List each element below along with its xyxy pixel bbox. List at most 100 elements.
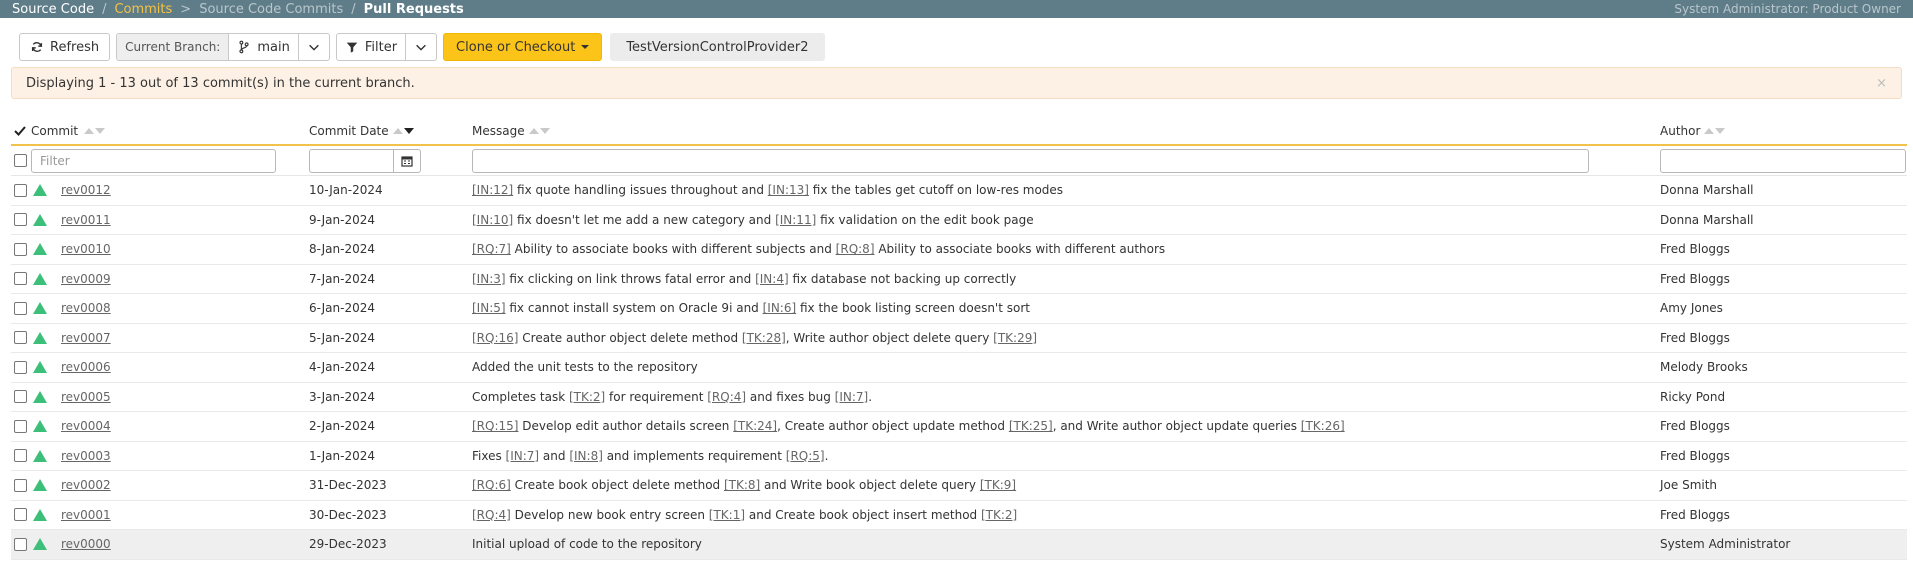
row-checkbox[interactable] bbox=[14, 508, 27, 522]
artifact-link[interactable]: [RQ:4] bbox=[707, 390, 746, 404]
commit-date: 2-Jan-2024 bbox=[309, 419, 375, 434]
select-all-check[interactable] bbox=[11, 125, 31, 137]
artifact-link[interactable]: [TK:9] bbox=[980, 478, 1016, 492]
commit-link[interactable]: rev0001 bbox=[61, 508, 111, 522]
commit-message: Completes task [TK:2] for requirement [R… bbox=[472, 390, 1660, 404]
user-role[interactable]: System Administrator: Product Owner bbox=[1674, 2, 1901, 16]
artifact-link[interactable]: [TK:1] bbox=[709, 508, 745, 522]
column-header-author[interactable]: Author bbox=[1660, 124, 1907, 138]
row-checkbox[interactable] bbox=[14, 537, 27, 551]
breadcrumb-source-code-commits[interactable]: Source Code Commits bbox=[199, 2, 343, 17]
column-header-message[interactable]: Message bbox=[472, 124, 1660, 138]
artifact-link[interactable]: [IN:8] bbox=[569, 449, 603, 463]
artifact-link[interactable]: [IN:4] bbox=[755, 272, 789, 286]
filter-button-group[interactable]: Filter bbox=[335, 33, 438, 61]
artifact-link[interactable]: [TK:29] bbox=[993, 331, 1037, 345]
artifact-link[interactable]: [RQ:7] bbox=[472, 242, 511, 256]
select-all-checkbox[interactable] bbox=[14, 154, 27, 167]
breadcrumb-source-code[interactable]: Source Code bbox=[12, 2, 94, 17]
row-checkbox[interactable] bbox=[14, 390, 27, 404]
artifact-link[interactable]: [RQ:4] bbox=[472, 508, 511, 522]
row-checkbox[interactable] bbox=[14, 331, 27, 345]
artifact-link[interactable]: [IN:7] bbox=[506, 449, 540, 463]
refresh-button[interactable]: Refresh bbox=[19, 33, 111, 61]
artifact-link[interactable]: [IN:11] bbox=[775, 213, 816, 227]
toolbar: Refresh Current Branch: main Filter Clon… bbox=[0, 18, 1913, 65]
sort-icon[interactable] bbox=[392, 128, 414, 134]
table-header: Commit Commit Date Message Author bbox=[11, 118, 1907, 146]
artifact-link[interactable]: [TK:24] bbox=[733, 419, 777, 433]
commit-link[interactable]: rev0008 bbox=[61, 301, 111, 315]
commit-status-icon bbox=[33, 243, 47, 256]
commit-author: Melody Brooks bbox=[1660, 360, 1748, 375]
artifact-link[interactable]: [IN:5] bbox=[472, 301, 506, 315]
artifact-link[interactable]: [IN:13] bbox=[768, 183, 809, 197]
commit-link[interactable]: rev0004 bbox=[61, 419, 111, 433]
commit-link[interactable]: rev0007 bbox=[61, 331, 111, 345]
commit-link[interactable]: rev0000 bbox=[61, 537, 111, 551]
row-checkbox[interactable] bbox=[14, 360, 27, 374]
sort-icon[interactable] bbox=[528, 128, 550, 134]
commit-link[interactable]: rev0011 bbox=[61, 213, 111, 227]
row-checkbox[interactable] bbox=[14, 272, 27, 286]
sort-icon[interactable] bbox=[84, 128, 106, 134]
artifact-link[interactable]: [TK:2] bbox=[569, 390, 605, 404]
filter-button[interactable]: Filter bbox=[337, 34, 407, 60]
row-checkbox[interactable] bbox=[14, 419, 27, 433]
clone-checkout-button[interactable]: Clone or Checkout bbox=[443, 33, 603, 61]
filter-dropdown-toggle[interactable] bbox=[406, 34, 436, 60]
artifact-link[interactable]: [TK:25] bbox=[1009, 419, 1053, 433]
row-checkbox[interactable] bbox=[14, 183, 27, 197]
artifact-link[interactable]: [RQ:5] bbox=[786, 449, 825, 463]
sort-icon[interactable] bbox=[1704, 128, 1726, 134]
date-filter-input[interactable] bbox=[309, 148, 394, 173]
commit-message: Initial upload of code to the repository bbox=[472, 537, 1660, 551]
artifact-link[interactable]: [IN:7] bbox=[835, 390, 869, 404]
artifact-link[interactable]: [RQ:8] bbox=[836, 242, 875, 256]
commit-link[interactable]: rev0009 bbox=[61, 272, 111, 286]
column-header-date[interactable]: Commit Date bbox=[309, 124, 472, 138]
message-text: Fixes bbox=[472, 448, 506, 463]
commit-message: [RQ:7] Ability to associate books with d… bbox=[472, 242, 1660, 256]
artifact-link[interactable]: [IN:3] bbox=[472, 272, 506, 286]
row-checkbox[interactable] bbox=[14, 213, 27, 227]
artifact-link[interactable]: [TK:8] bbox=[724, 478, 760, 492]
commit-link[interactable]: rev0003 bbox=[61, 449, 111, 463]
row-checkbox[interactable] bbox=[14, 242, 27, 256]
commit-date: 30-Dec-2023 bbox=[309, 507, 387, 522]
commit-status-icon bbox=[33, 420, 47, 433]
branch-value[interactable]: main bbox=[229, 34, 299, 60]
artifact-link[interactable]: [TK:26] bbox=[1301, 419, 1345, 433]
row-checkbox[interactable] bbox=[14, 301, 27, 315]
row-checkbox[interactable] bbox=[14, 478, 27, 492]
commit-filter-input[interactable]: Filter bbox=[31, 148, 276, 173]
author-filter-input[interactable] bbox=[1660, 148, 1906, 173]
branch-dropdown-toggle[interactable] bbox=[299, 34, 329, 60]
commit-message: [IN:3] fix clicking on link throws fatal… bbox=[472, 272, 1660, 286]
breadcrumb-pull-requests[interactable]: Pull Requests bbox=[364, 2, 464, 17]
artifact-link[interactable]: [IN:12] bbox=[472, 183, 513, 197]
message-text: Create author object delete method bbox=[518, 330, 742, 345]
message-text: and fixes bug bbox=[746, 389, 835, 404]
breadcrumb-commits[interactable]: Commits bbox=[114, 2, 172, 17]
artifact-link[interactable]: [RQ:15] bbox=[472, 419, 518, 433]
artifact-link[interactable]: [RQ:16] bbox=[472, 331, 518, 345]
commit-link[interactable]: rev0012 bbox=[61, 183, 111, 197]
row-checkbox[interactable] bbox=[14, 449, 27, 463]
artifact-link[interactable]: [IN:10] bbox=[472, 213, 513, 227]
close-icon[interactable]: × bbox=[1876, 76, 1887, 91]
artifact-link[interactable]: [RQ:6] bbox=[472, 478, 511, 492]
commit-link[interactable]: rev0005 bbox=[61, 390, 111, 404]
artifact-link[interactable]: [IN:6] bbox=[763, 301, 797, 315]
branch-selector[interactable]: Current Branch: main bbox=[116, 33, 330, 61]
message-filter-input[interactable] bbox=[472, 148, 1589, 173]
table-row: rev0007 5-Jan-2024 [RQ:16] Create author o… bbox=[11, 324, 1907, 353]
commit-link[interactable]: rev0006 bbox=[61, 360, 111, 374]
table-body: rev0012 10-Jan-2024 [IN:12] fix quote hand… bbox=[11, 176, 1907, 560]
calendar-button[interactable] bbox=[394, 148, 421, 173]
artifact-link[interactable]: [TK:28] bbox=[742, 331, 786, 345]
artifact-link[interactable]: [TK:2] bbox=[981, 508, 1017, 522]
commit-link[interactable]: rev0002 bbox=[61, 478, 111, 492]
column-header-commit[interactable]: Commit bbox=[31, 124, 309, 138]
commit-link[interactable]: rev0010 bbox=[61, 242, 111, 256]
